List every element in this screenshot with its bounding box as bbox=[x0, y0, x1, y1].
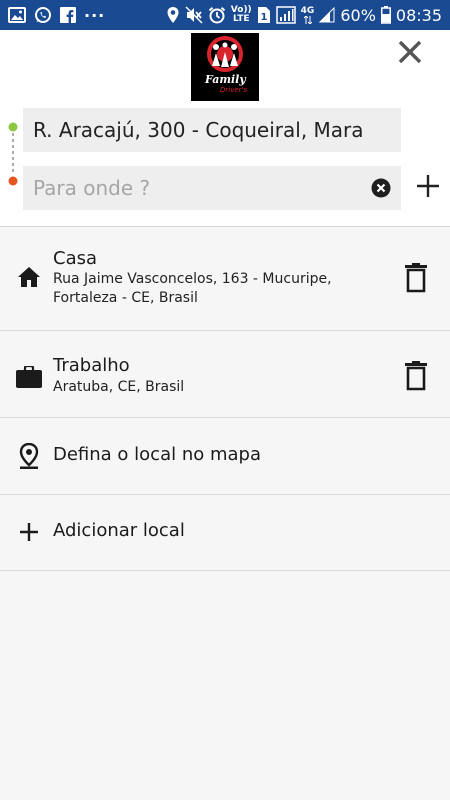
origin-field[interactable] bbox=[23, 108, 401, 152]
battery-icon bbox=[380, 6, 391, 24]
place-address: Aratuba, CE, Brasil bbox=[53, 379, 185, 395]
route-indicator bbox=[8, 122, 18, 186]
clear-icon[interactable] bbox=[371, 178, 391, 198]
briefcase-icon bbox=[16, 364, 42, 390]
close-icon bbox=[398, 40, 422, 64]
status-bar-system: Vo)) LTE 1 4G 60% 08:35 bbox=[166, 6, 450, 25]
volte-indicator: Vo)) LTE bbox=[230, 5, 252, 24]
home-icon bbox=[16, 264, 42, 290]
place-address: Rua Jaime Vasconcelos, 163 - Mucuripe, F… bbox=[53, 271, 332, 306]
status-bar: ··· Vo)) LTE 1 4G 60% 08:35 bbox=[0, 0, 450, 30]
trash-icon[interactable] bbox=[404, 263, 428, 293]
map-pin-icon bbox=[16, 443, 42, 469]
family-drivers-logo-icon: Family Driver's bbox=[204, 36, 247, 94]
destination-field[interactable] bbox=[23, 166, 401, 210]
battery-percentage: 60% bbox=[340, 5, 376, 25]
svg-text:1: 1 bbox=[260, 12, 267, 23]
status-bar-notifications: ··· bbox=[0, 6, 105, 25]
places-list: Casa Rua Jaime Vasconcelos, 163 - Mucuri… bbox=[0, 227, 450, 571]
search-header: Family Driver's bbox=[0, 30, 450, 227]
alarm-icon bbox=[208, 6, 226, 24]
origin-input[interactable] bbox=[33, 118, 363, 142]
plus-icon bbox=[16, 519, 42, 545]
signal-bars-icon bbox=[319, 7, 335, 23]
place-title: Trabalho bbox=[53, 355, 130, 376]
trash-icon[interactable] bbox=[404, 361, 428, 391]
app-logo: Family Driver's bbox=[191, 33, 259, 101]
set-location-on-map-button[interactable]: Defina o local no mapa bbox=[0, 418, 450, 495]
close-button[interactable] bbox=[396, 38, 424, 66]
svg-text:Driver's: Driver's bbox=[220, 86, 247, 94]
destination-input[interactable] bbox=[33, 176, 363, 200]
clock: 08:35 bbox=[395, 5, 442, 25]
place-title: Casa bbox=[53, 248, 98, 269]
facebook-icon bbox=[60, 7, 76, 23]
network-4g: 4G bbox=[301, 6, 314, 24]
location-icon bbox=[166, 6, 180, 24]
list-item-home[interactable]: Casa Rua Jaime Vasconcelos, 163 - Mucuri… bbox=[0, 227, 450, 331]
add-stop-button[interactable] bbox=[414, 172, 442, 200]
set-on-map-label: Defina o local no mapa bbox=[53, 444, 261, 465]
more-notifications-indicator: ··· bbox=[84, 5, 106, 25]
svg-text:Family: Family bbox=[204, 73, 247, 86]
list-item-work[interactable]: Trabalho Aratuba, CE, Brasil bbox=[0, 331, 450, 418]
signal-icon bbox=[275, 6, 296, 24]
add-place-label: Adicionar local bbox=[53, 520, 185, 541]
mute-icon bbox=[185, 6, 203, 24]
whatsapp-icon bbox=[34, 6, 52, 24]
sim-icon: 1 bbox=[257, 6, 271, 24]
add-place-button[interactable]: Adicionar local bbox=[0, 495, 450, 571]
image-icon bbox=[8, 7, 26, 23]
